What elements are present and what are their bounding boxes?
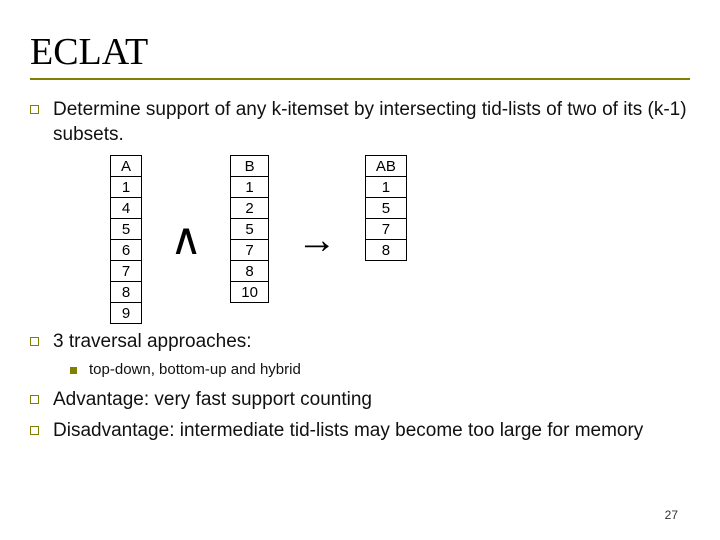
intersect-operator: ∧ [170,218,202,262]
bullet-icon [30,395,39,404]
tidlist-A-cell: 7 [111,261,142,282]
bullet-2: 3 traversal approaches: [30,330,690,355]
tidlist-B-cell: 10 [231,282,269,303]
tidlist-diagram: A 1 4 5 6 7 8 9 ∧ B 1 2 5 7 8 10 → AB 1 … [110,155,690,324]
tidlist-B: B 1 2 5 7 8 10 [230,155,269,303]
arrow-icon: → [297,220,337,260]
title-underline [30,78,690,80]
sub-bullet-1: top-down, bottom-up and hybrid [70,361,690,378]
tidlist-AB-cell: 5 [365,198,406,219]
page-number: 27 [665,508,678,522]
tidlist-AB-cell: 8 [365,240,406,261]
bullet-4: Disadvantage: intermediate tid-lists may… [30,419,690,444]
tidlist-A-cell: 6 [111,240,142,261]
bullet-3: Advantage: very fast support counting [30,388,690,413]
tidlist-B-cell: 2 [231,198,269,219]
sub-bullet-1-text: top-down, bottom-up and hybrid [89,361,301,378]
tidlist-B-cell: 8 [231,261,269,282]
tidlist-B-header: B [231,156,269,177]
tidlist-B-cell: 7 [231,240,269,261]
tidlist-AB-cell: 7 [365,219,406,240]
tidlist-A-cell: 5 [111,219,142,240]
tidlist-A-cell: 9 [111,303,142,324]
tidlist-AB-cell: 1 [365,177,406,198]
bullet-icon [30,337,39,346]
bullet-icon [30,426,39,435]
bullet-1: Determine support of any k-itemset by in… [30,98,690,147]
bullet-1-text: Determine support of any k-itemset by in… [53,98,690,147]
tidlist-A-cell: 4 [111,198,142,219]
tidlist-B-cell: 1 [231,177,269,198]
bullet-2-text: 3 traversal approaches: [53,330,252,355]
tidlist-B-cell: 5 [231,219,269,240]
tidlist-A-header: A [111,156,142,177]
tidlist-A-cell: 1 [111,177,142,198]
sub-bullet-icon [70,367,77,374]
tidlist-AB-header: AB [365,156,406,177]
tidlist-AB: AB 1 5 7 8 [365,155,407,261]
bullet-4-text: Disadvantage: intermediate tid-lists may… [53,419,643,444]
tidlist-A-cell: 8 [111,282,142,303]
bullet-3-text: Advantage: very fast support counting [53,388,372,413]
tidlist-A: A 1 4 5 6 7 8 9 [110,155,142,324]
bullet-icon [30,105,39,114]
slide-title: ECLAT [30,30,690,74]
